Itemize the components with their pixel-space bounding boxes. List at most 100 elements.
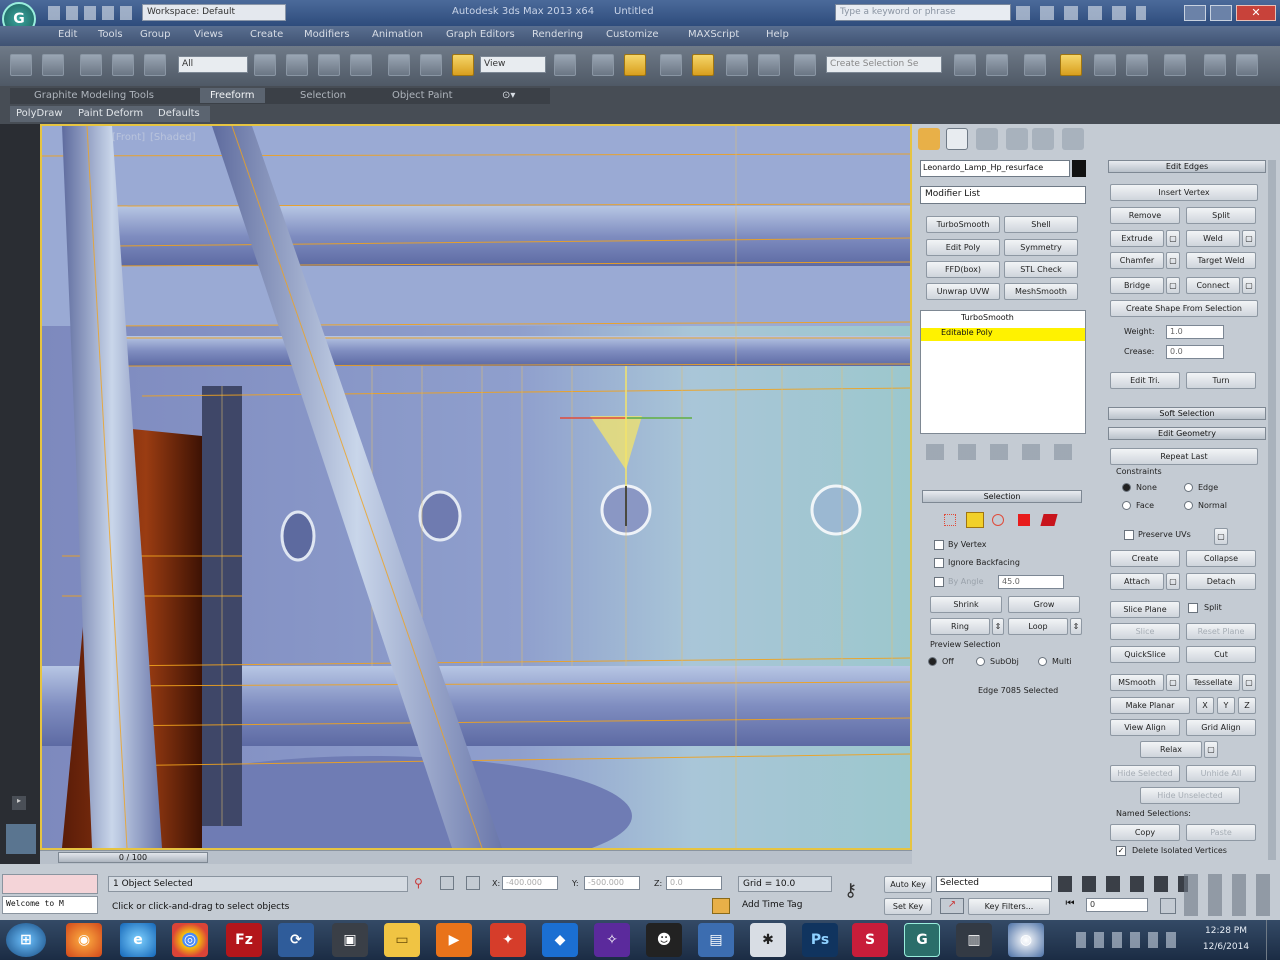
edit-tri-button[interactable]: Edit Tri.: [1110, 372, 1180, 389]
tab-freeform[interactable]: Freeform: [200, 88, 265, 103]
create-tab-icon[interactable]: [918, 128, 940, 150]
soft-selection-rollout-header[interactable]: Soft Selection: [1108, 407, 1266, 420]
border-level-icon[interactable]: [992, 514, 1004, 526]
create-button[interactable]: Create: [1110, 550, 1180, 567]
planar-z-button[interactable]: Z: [1238, 697, 1256, 714]
filezilla-icon[interactable]: Fz: [226, 923, 262, 957]
rotate-icon[interactable]: [420, 54, 442, 76]
create-shape-button[interactable]: Create Shape From Selection: [1110, 300, 1258, 317]
selection-rollout-header[interactable]: Selection: [922, 490, 1082, 503]
split-checkbox[interactable]: [1188, 603, 1198, 613]
layer-manager-icon[interactable]: [1024, 54, 1046, 76]
menu-help[interactable]: Help: [766, 29, 789, 40]
chamfer-settings-button[interactable]: ▢: [1166, 252, 1180, 269]
modifier-button-shell[interactable]: Shell: [1004, 216, 1078, 233]
extrude-button[interactable]: Extrude: [1110, 230, 1164, 247]
by-angle-checkbox[interactable]: [934, 577, 944, 587]
schematic-view-icon[interactable]: [1126, 54, 1148, 76]
slice-button[interactable]: Slice: [1110, 623, 1180, 640]
utilities-tab-icon[interactable]: [1062, 128, 1084, 150]
by-angle-spinner[interactable]: 45.0: [998, 575, 1064, 589]
time-config-icon[interactable]: [1160, 898, 1176, 914]
weld-settings-button[interactable]: ▢: [1242, 230, 1256, 247]
ribbon-options-icon[interactable]: ⊙▾: [502, 90, 515, 101]
modifier-button-meshsmooth[interactable]: MeshSmooth: [1004, 283, 1078, 300]
auto-key-button[interactable]: Auto Key: [884, 876, 932, 893]
modifier-list-dropdown[interactable]: Modifier List: [920, 186, 1086, 204]
graphite-toggle-icon[interactable]: [1060, 54, 1082, 76]
tab-selection[interactable]: Selection: [300, 90, 346, 101]
tessellate-button[interactable]: Tessellate: [1186, 674, 1240, 691]
copy-button[interactable]: Copy: [1110, 824, 1180, 841]
maxscript-mini-listener-pink[interactable]: [2, 874, 98, 894]
file-explorer-icon[interactable]: ▭: [384, 923, 420, 957]
chamfer-button[interactable]: Chamfer: [1110, 252, 1164, 269]
menu-animation[interactable]: Animation: [372, 29, 423, 40]
ignore-backfacing-checkbox[interactable]: [934, 558, 944, 568]
viewport-label-view[interactable]: [Front]: [112, 132, 145, 143]
app-icon-12[interactable]: ✧: [594, 923, 630, 957]
spinner-snap-icon[interactable]: [758, 54, 780, 76]
isolate-icon[interactable]: [440, 876, 454, 890]
element-level-icon[interactable]: [1040, 514, 1058, 526]
z-coord-field[interactable]: 0.0: [666, 876, 722, 890]
link-icon[interactable]: [80, 54, 102, 76]
move-icon[interactable]: [388, 54, 410, 76]
connect-settings-button[interactable]: ▢: [1242, 277, 1256, 294]
msmooth-settings-button[interactable]: ▢: [1166, 674, 1180, 691]
split-button[interactable]: Split: [1186, 207, 1256, 224]
edit-geometry-rollout-header[interactable]: Edit Geometry: [1108, 427, 1266, 440]
search-input[interactable]: Type a keyword or phrase: [835, 4, 1011, 21]
hierarchy-tab-icon[interactable]: [976, 128, 998, 150]
preserve-uvs-settings-button[interactable]: ▢: [1214, 528, 1228, 545]
remove-button[interactable]: Remove: [1110, 207, 1180, 224]
preview-multi-radio[interactable]: [1038, 657, 1047, 666]
weld-button[interactable]: Weld: [1186, 230, 1240, 247]
menu-group[interactable]: Group: [140, 29, 170, 40]
select-by-name-icon[interactable]: [286, 54, 308, 76]
start-button-icon[interactable]: ⊞: [6, 923, 46, 957]
current-frame-field[interactable]: 0: [1086, 898, 1148, 912]
constraint-none-radio[interactable]: [1122, 483, 1131, 492]
slice-plane-button[interactable]: Slice Plane: [1110, 601, 1180, 618]
playback-controls-icons[interactable]: [1058, 876, 1188, 892]
menu-modifiers[interactable]: Modifiers: [304, 29, 350, 40]
workspace-dropdown[interactable]: Workspace: Default: [142, 4, 286, 21]
planar-x-button[interactable]: X: [1196, 697, 1214, 714]
default-in-out-tangent-icon[interactable]: ↗: [940, 898, 964, 914]
app-icon-6[interactable]: ⟳: [278, 923, 314, 957]
photoshop-icon[interactable]: Ps: [802, 923, 838, 957]
edit-named-selection-icon[interactable]: [794, 54, 816, 76]
chrome-icon[interactable]: ◎: [172, 923, 208, 957]
selection-set-dropdown[interactable]: Selected: [936, 876, 1052, 892]
ring-spinner[interactable]: ⇕: [992, 618, 1004, 635]
show-desktop-button[interactable]: [1266, 920, 1280, 960]
3dsmax-taskbar-icon[interactable]: G: [904, 923, 940, 957]
ring-button[interactable]: Ring: [930, 618, 990, 635]
app-icon-13[interactable]: ☻: [646, 923, 682, 957]
absolute-mode-icon[interactable]: [466, 876, 480, 890]
app-icon-15[interactable]: ✱: [750, 923, 786, 957]
material-editor-icon[interactable]: [1164, 54, 1186, 76]
media-player-icon[interactable]: ▶: [436, 923, 472, 957]
modifier-button-edit-poly[interactable]: Edit Poly: [926, 239, 1000, 256]
reset-plane-button[interactable]: Reset Plane: [1186, 623, 1256, 640]
viewport-front[interactable]: [Front] [Shaded]: [40, 124, 912, 850]
make-planar-button[interactable]: Make Planar: [1110, 697, 1190, 714]
edge-level-icon[interactable]: [966, 512, 984, 528]
unlink-icon[interactable]: [112, 54, 134, 76]
rendered-frame-icon[interactable]: [1236, 54, 1258, 76]
preview-subobj-radio[interactable]: [976, 657, 985, 666]
constraint-face-radio[interactable]: [1122, 501, 1131, 510]
undo-icon[interactable]: [10, 54, 32, 76]
view-align-button[interactable]: View Align: [1110, 719, 1180, 736]
by-vertex-checkbox[interactable]: [934, 540, 944, 550]
turn-button[interactable]: Turn: [1186, 372, 1256, 389]
crease-spinner[interactable]: 0.0: [1166, 345, 1224, 359]
ribbon-polydraw[interactable]: PolyDraw: [16, 108, 63, 119]
maxscript-mini-listener[interactable]: Welcome to M: [2, 896, 98, 914]
grid-align-button[interactable]: Grid Align: [1186, 719, 1256, 736]
clock-time[interactable]: 12:28 PM: [1196, 926, 1256, 936]
close-button[interactable]: ✕: [1236, 5, 1276, 21]
preview-off-radio[interactable]: [928, 657, 937, 666]
